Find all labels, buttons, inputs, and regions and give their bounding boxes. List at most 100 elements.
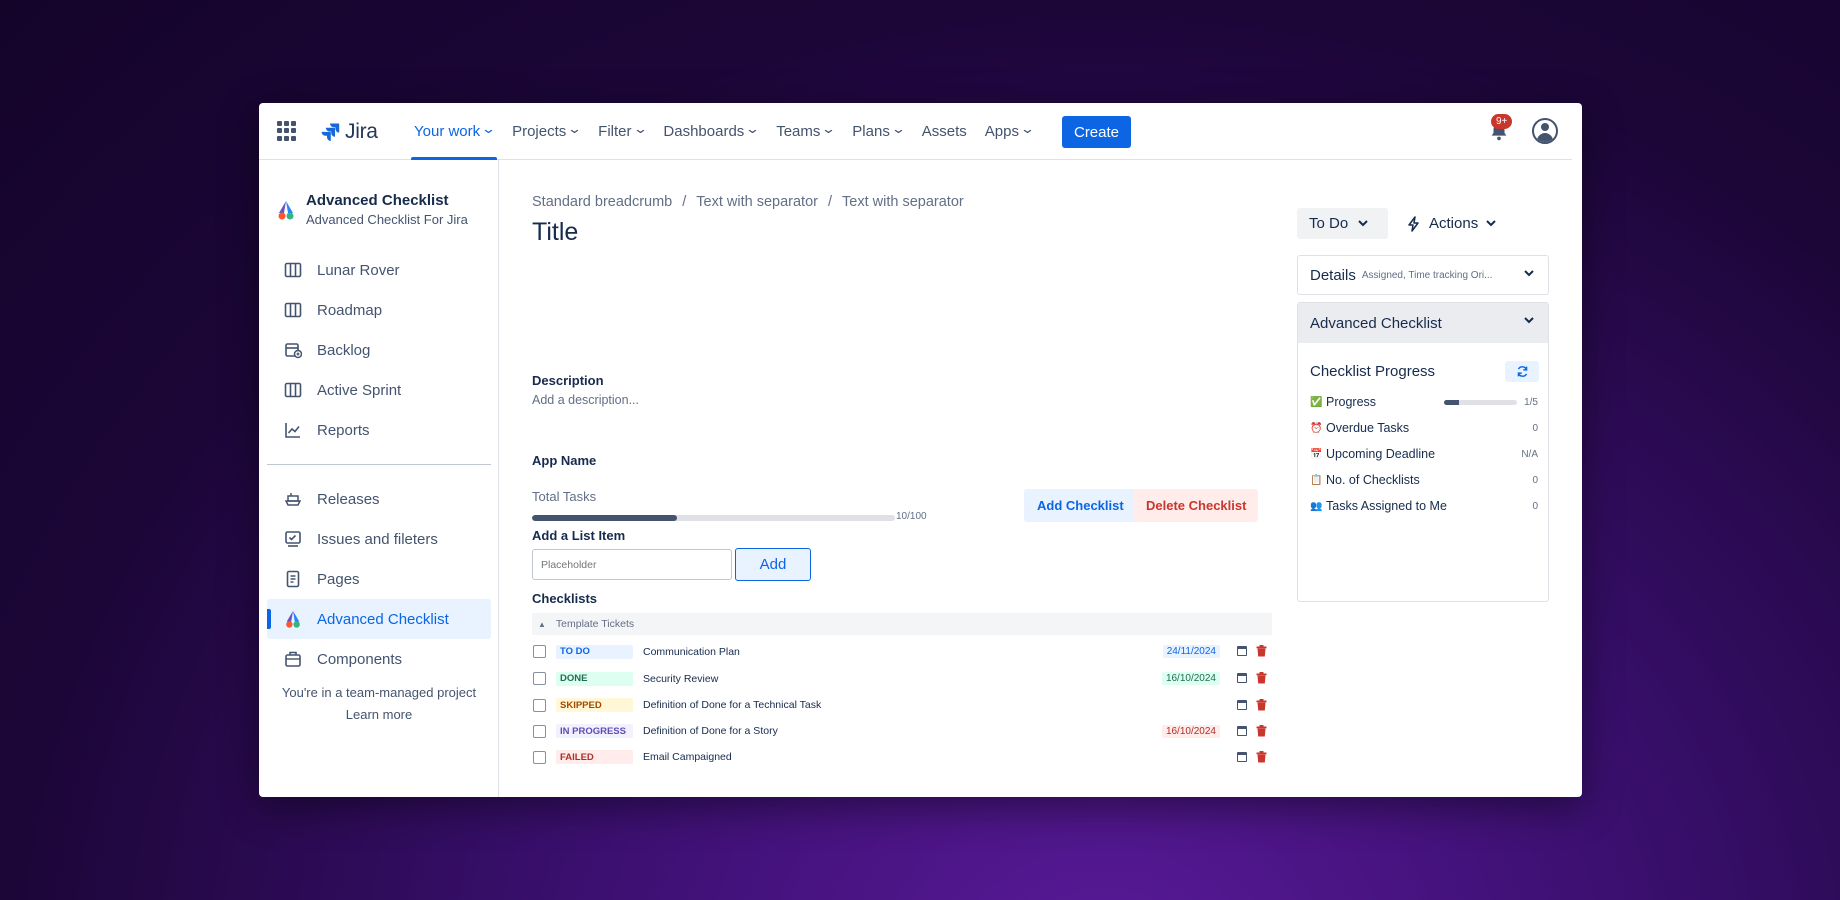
checklist-progress-fill <box>1444 400 1459 405</box>
issue-main: Standard breadcrumb / Text with separator /… <box>532 160 1292 797</box>
checklist-item-checkbox[interactable] <box>533 698 546 712</box>
checklist-row[interactable]: TO DO Communication Plan 24/11/2024 <box>532 638 1272 665</box>
checklist-row[interactable]: IN PROGRESS Definition of Done for a Stor… <box>532 718 1272 744</box>
calendar-icon[interactable] <box>1237 752 1247 762</box>
status-badge[interactable]: SKIPPED <box>556 698 633 712</box>
jira-logo[interactable]: Jira <box>320 120 378 144</box>
sidebar-item-pages[interactable]: Pages <box>267 559 491 599</box>
app-switcher-icon[interactable] <box>277 121 297 141</box>
board-icon <box>283 260 303 280</box>
stat-icon: ✅ <box>1310 396 1323 408</box>
trash-icon[interactable] <box>1256 699 1267 711</box>
checklist-item-text[interactable]: Definition of Done for a Story <box>643 725 778 737</box>
status-badge[interactable]: TO DO <box>556 644 633 659</box>
checklist-item-text[interactable]: Security Review <box>643 673 718 685</box>
checklist-row[interactable]: DONE Security Review 16/10/2024 <box>532 665 1272 692</box>
chevron-down-icon: ⌄ <box>567 120 583 136</box>
chevron-down-icon <box>1486 220 1496 227</box>
checklist-row[interactable]: SKIPPED Definition of Done for a Technica… <box>532 692 1272 718</box>
checklist-group-header[interactable]: ▲ Template Tickets <box>532 613 1272 635</box>
nav-item-label: Plans <box>852 123 890 140</box>
nav-item-dashboards[interactable]: Dashboards ⌄ <box>654 103 767 160</box>
checklist-progress-stats: ✅ Progress 1/5 ⏰ Overdue Tasks 0 📅 Upcoming Dea… <box>1310 389 1538 519</box>
sidebar-item-issues-and-fileters[interactable]: Issues and fileters <box>267 519 491 559</box>
refresh-button[interactable] <box>1505 361 1539 382</box>
user-avatar[interactable] <box>1532 118 1558 144</box>
status-dropdown-label: To Do <box>1309 215 1349 232</box>
sidebar-item-active-sprint[interactable]: Active Sprint <box>267 370 491 410</box>
description-input[interactable]: Add a description... <box>532 393 639 407</box>
sidebar-item-reports[interactable]: Reports <box>267 410 491 450</box>
sidebar-divider <box>267 464 491 465</box>
delete-checklist-button[interactable]: Delete Checklist <box>1134 489 1259 522</box>
status-badge[interactable]: IN PROGRESS <box>556 724 633 738</box>
nav-item-plans[interactable]: Plans ⌄ <box>843 103 912 160</box>
status-badge[interactable]: DONE <box>556 671 633 686</box>
checklist-item-checkbox[interactable] <box>533 750 546 764</box>
checklist-progress-title: Checklist Progress <box>1310 363 1436 380</box>
total-tasks-progress-fill <box>532 515 678 521</box>
add-item-button[interactable]: Add <box>735 548 811 581</box>
learn-more-link[interactable]: Learn more <box>259 704 499 726</box>
details-panel[interactable]: Details Assigned, Time tracking Ori... <box>1297 255 1549 295</box>
nav-item-your-work[interactable]: Your work ⌄ <box>405 103 503 160</box>
nav-item-filter[interactable]: Filter ⌄ <box>589 103 654 160</box>
sidebar-item-label: Pages <box>317 570 360 588</box>
checklist-item-text[interactable]: Communication Plan <box>643 646 740 658</box>
trash-icon[interactable] <box>1256 672 1267 684</box>
checklist-progress-bar <box>1444 400 1517 405</box>
sidebar-item-roadmap[interactable]: Roadmap <box>267 290 491 330</box>
breadcrumb-item[interactable]: Text with separator <box>842 194 964 210</box>
sidebar-item-backlog[interactable]: Backlog <box>267 330 491 370</box>
board-icon <box>283 300 303 320</box>
checklist-item-checkbox[interactable] <box>533 672 546 685</box>
stat-value: N/A <box>1521 448 1538 460</box>
nav-item-apps[interactable]: Apps ⌄ <box>976 103 1042 160</box>
checklist-item-text[interactable]: Definition of Done for a Technical Task <box>643 699 821 711</box>
checklist-item-checkbox[interactable] <box>533 645 546 658</box>
create-button[interactable]: Create <box>1062 116 1131 148</box>
sidebar-item-advanced-checklist[interactable]: Advanced Checklist <box>267 599 491 639</box>
breadcrumb-item[interactable]: Standard breadcrumb <box>532 194 672 210</box>
sidebar-nav: Lunar Rover Roadmap Backlog Active Sprint Re… <box>267 250 491 679</box>
nav-item-projects[interactable]: Projects ⌄ <box>503 103 589 160</box>
nav-item-label: Dashboards <box>663 123 745 140</box>
due-date-badge[interactable]: 16/10/2024 <box>1161 724 1220 738</box>
due-date-badge[interactable]: 24/11/2024 <box>1162 645 1220 658</box>
page-title[interactable]: Title <box>532 218 578 247</box>
list-item-input[interactable] <box>532 549 732 580</box>
trash-icon[interactable] <box>1256 725 1267 737</box>
calendar-icon[interactable] <box>1237 700 1247 710</box>
stat-label: Tasks Assigned to Me <box>1326 499 1447 513</box>
sidebar-item-lunar-rover[interactable]: Lunar Rover <box>267 250 491 290</box>
checklist-item-checkbox[interactable] <box>533 724 546 738</box>
sidebar-item-label: Active Sprint <box>317 381 402 399</box>
add-checklist-button[interactable]: Add Checklist <box>1024 489 1137 522</box>
checklist-row[interactable]: FAILED Email Campaigned <box>532 744 1272 770</box>
trash-icon[interactable] <box>1256 645 1267 657</box>
sidebar-item-components[interactable]: Components <box>267 639 491 679</box>
stat-progress: ✅ Progress 1/5 <box>1310 389 1538 415</box>
collapse-chevron-icon[interactable]: ▲ <box>538 620 546 629</box>
nav-item-assets[interactable]: Assets <box>913 103 976 160</box>
status-dropdown[interactable]: To Do <box>1297 208 1388 239</box>
sidebar-item-releases[interactable]: Releases <box>267 479 491 519</box>
checklist-item-text[interactable]: Email Campaigned <box>643 751 732 763</box>
breadcrumb-item[interactable]: Text with separator <box>696 194 818 210</box>
calendar-icon[interactable] <box>1237 726 1247 736</box>
add-list-item-label: Add a List Item <box>532 528 626 543</box>
chevron-down-icon: ⌄ <box>1019 120 1036 136</box>
trash-icon[interactable] <box>1256 751 1267 763</box>
status-badge[interactable]: FAILED <box>556 750 633 764</box>
nav-item-label: Apps <box>984 123 1019 140</box>
lightning-icon <box>1408 215 1419 232</box>
calendar-icon[interactable] <box>1237 673 1247 683</box>
nav-item-label: Filter <box>598 123 632 140</box>
sidebar-item-label: Roadmap <box>317 301 383 319</box>
actions-dropdown[interactable]: Actions <box>1399 208 1496 239</box>
nav-item-teams[interactable]: Teams ⌄ <box>767 103 843 160</box>
calendar-icon[interactable] <box>1237 646 1247 656</box>
project-header[interactable]: Advanced Checklist Advanced Checklist Fo… <box>275 192 468 227</box>
advanced-checklist-panel-header[interactable]: Advanced Checklist <box>1298 303 1548 343</box>
due-date-badge[interactable]: 16/10/2024 <box>1161 672 1220 685</box>
